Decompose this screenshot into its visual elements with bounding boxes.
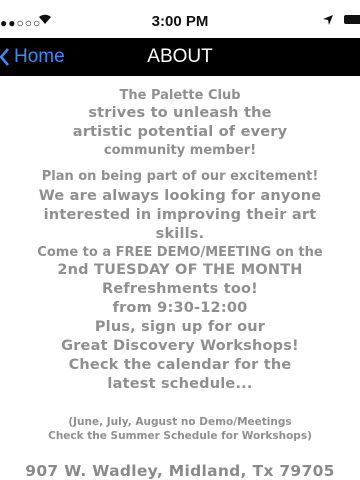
- club-address: 907 W. Wadley, Midland, Tx 79705: [25, 462, 335, 480]
- notes-line: Check the Summer Schedule for Workshops): [48, 430, 312, 442]
- looking-line: We are always looking for anyone: [38, 188, 322, 204]
- location-arrow-icon: [323, 15, 333, 25]
- battery-icon: [344, 15, 360, 24]
- notes-line: (June, July, August no Demo/Meetings: [68, 416, 292, 428]
- about-content: The Palette Club strives to unleash the …: [0, 76, 360, 480]
- intro-line: strives to unleash the: [88, 105, 272, 121]
- demo-line: Refreshments too!: [102, 281, 258, 297]
- back-button[interactable]: Home: [0, 38, 65, 76]
- demo-line: latest schedule...: [107, 376, 253, 392]
- navigation-bar: ABOUT Home: [0, 38, 360, 76]
- club-name: The Palette Club: [119, 88, 241, 103]
- plan-text: Plan on being part of our excitement!: [41, 169, 319, 184]
- demo-line: 2nd TUESDAY OF THE MONTH: [57, 262, 303, 278]
- demo-line: Check the calendar for the: [68, 357, 292, 373]
- intro-line: artistic potential of every: [72, 124, 288, 140]
- status-bar: ●●○○○ 3:00 PM: [0, 0, 360, 38]
- demo-line: Come to a FREE DEMO/MEETING on the: [37, 245, 323, 260]
- demo-line: from 9:30-12:00: [112, 300, 248, 316]
- looking-line: skills.: [155, 226, 205, 242]
- demo-line: Plus, sign up for our: [94, 319, 266, 335]
- back-button-label: Home: [14, 46, 65, 67]
- demo-line: Great Discovery Workshops!: [61, 338, 299, 354]
- intro-line: community member!: [103, 143, 257, 158]
- looking-line: interested in improving their art: [43, 207, 317, 223]
- chevron-left-icon: [0, 48, 9, 66]
- status-time: 3:00 PM: [151, 13, 209, 30]
